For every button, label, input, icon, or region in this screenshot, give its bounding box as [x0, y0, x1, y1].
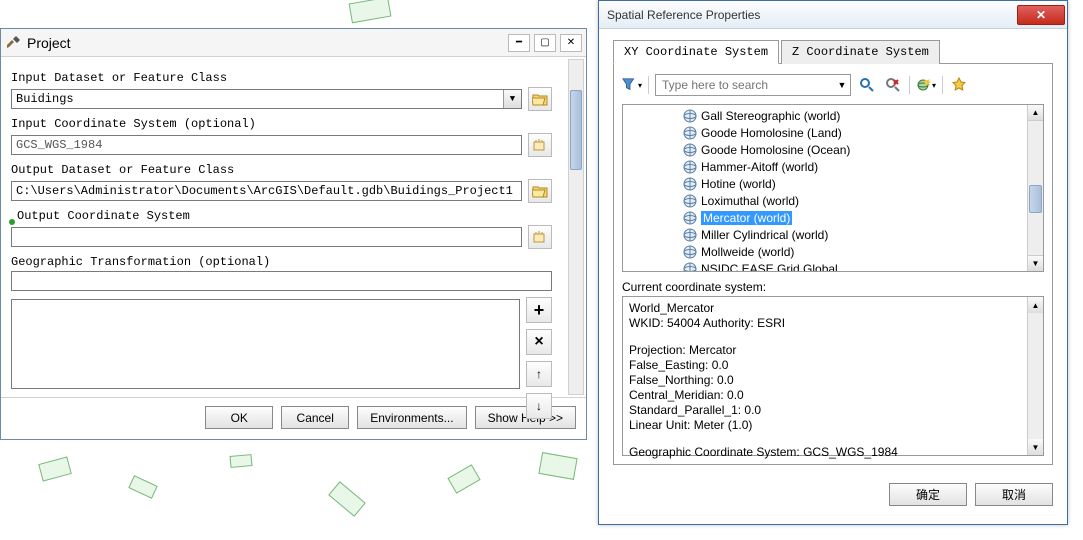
input-ds-label: Input Dataset or Feature Class: [11, 71, 552, 85]
tab-z[interactable]: Z Coordinate System: [781, 40, 940, 64]
project-body: Input Dataset or Feature Class Buidings …: [1, 57, 586, 397]
geo-trans-label: Geographic Transformation (optional): [11, 255, 552, 269]
cancel-button[interactable]: 取消: [975, 483, 1053, 506]
ccs-line: False_Easting: 0.0: [629, 358, 1023, 373]
cs-item-label: Hotine (world): [701, 177, 776, 191]
scrollbar-thumb[interactable]: [570, 90, 582, 170]
cs-item-label: Loximuthal (world): [701, 194, 799, 208]
cs-list-item[interactable]: Gall Stereographic (world): [683, 107, 1041, 124]
ok-button[interactable]: 确定: [889, 483, 967, 506]
ccs-line: World_Mercator: [629, 301, 1023, 316]
tab-xy[interactable]: XY Coordinate System: [613, 40, 779, 64]
add-button[interactable]: +: [526, 297, 552, 323]
output-cs-label: Output Coordinate System: [11, 209, 552, 223]
cs-list-item[interactable]: Hammer-Aitoff (world): [683, 158, 1041, 175]
cs-item-label: Goode Homolosine (Land): [701, 126, 842, 140]
ccs-line: Linear Unit: Meter (1.0): [629, 418, 1023, 433]
hand-icon: [532, 230, 548, 244]
output-cs-field[interactable]: [11, 227, 522, 247]
tab-strip: XY Coordinate System Z Coordinate System: [613, 39, 1053, 64]
cs-list-item[interactable]: NSIDC EASE Grid Global: [683, 260, 1041, 272]
ccs-line: Central_Meridian: 0.0: [629, 388, 1023, 403]
ccs-line: Projection: Mercator: [629, 343, 1023, 358]
cs-list-item[interactable]: Miller Cylindrical (world): [683, 226, 1041, 243]
maximize-button[interactable]: ▢: [534, 34, 556, 52]
cs-item-label: Goode Homolosine (Ocean): [701, 143, 850, 157]
cs-list-item[interactable]: Loximuthal (world): [683, 192, 1041, 209]
ccs-box: World_Mercator WKID: 54004 Authority: ES…: [622, 296, 1044, 456]
chevron-down-icon[interactable]: ▼: [834, 75, 850, 95]
browse-output-ds-button[interactable]: [528, 179, 552, 203]
geo-trans-field[interactable]: [11, 271, 552, 291]
search-box[interactable]: ▼: [655, 74, 851, 96]
hammer-icon: [5, 35, 21, 51]
chevron-down-icon[interactable]: ▼: [503, 90, 521, 108]
cs-list-item[interactable]: Mercator (world): [683, 209, 1041, 226]
ccs-scrollbar[interactable]: ▲ ▼: [1027, 297, 1043, 455]
browse-input-ds-button[interactable]: [528, 87, 552, 111]
ccs-line: Standard_Parallel_1: 0.0: [629, 403, 1023, 418]
cs-item-label: Miller Cylindrical (world): [701, 228, 828, 242]
move-down-button[interactable]: ↓: [526, 393, 552, 419]
cs-item-label: NSIDC EASE Grid Global: [701, 262, 838, 273]
cs-item-label: Gall Stereographic (world): [701, 109, 840, 123]
cs-list-item[interactable]: Goode Homolosine (Land): [683, 124, 1041, 141]
remove-button[interactable]: ×: [526, 329, 552, 355]
srp-toolbar: ▾ ▼ ▾: [622, 74, 1044, 96]
cs-list-scrollbar[interactable]: ▲ ▼: [1027, 105, 1043, 271]
folder-open-icon: [532, 92, 548, 106]
tab-content: ▾ ▼ ▾: [613, 64, 1053, 465]
required-indicator-icon: [9, 219, 15, 225]
output-ds-field[interactable]: [11, 181, 522, 201]
scroll-down-icon[interactable]: ▼: [1028, 439, 1043, 455]
clear-search-icon[interactable]: [883, 75, 903, 95]
project-title: Project: [27, 35, 508, 51]
input-ds-combo[interactable]: Buidings ▼: [11, 89, 522, 109]
move-up-button[interactable]: ↑: [526, 361, 552, 387]
cs-list-item[interactable]: Mollweide (world): [683, 243, 1041, 260]
cs-list-item[interactable]: Goode Homolosine (Ocean): [683, 141, 1041, 158]
srp-footer: 确定 取消: [599, 475, 1067, 514]
folder-open-icon: [532, 184, 548, 198]
input-cs-label: Input Coordinate System (optional): [11, 117, 552, 131]
hand-icon: [532, 138, 548, 152]
cs-list[interactable]: Gall Stereographic (world) Goode Homolosi…: [622, 104, 1044, 272]
minimize-button[interactable]: ━: [508, 34, 530, 52]
project-titlebar: Project ━ ▢ ✕: [1, 29, 586, 57]
project-dialog: Project ━ ▢ ✕ Input Dataset or Feature C…: [0, 28, 587, 440]
output-ds-label: Output Dataset or Feature Class: [11, 163, 552, 177]
search-icon[interactable]: [857, 75, 877, 95]
geo-trans-listbox[interactable]: [11, 299, 520, 389]
favorite-icon[interactable]: [949, 75, 969, 95]
cs-item-label: Mollweide (world): [701, 245, 794, 259]
scroll-up-icon[interactable]: ▲: [1028, 297, 1043, 313]
cs-item-label: Mercator (world): [701, 211, 792, 225]
input-cs-field[interactable]: [11, 135, 522, 155]
cs-item-label: Hammer-Aitoff (world): [701, 160, 818, 174]
close-button[interactable]: ✕: [560, 34, 582, 52]
scroll-down-icon[interactable]: ▼: [1028, 255, 1043, 271]
srp-dialog: Spatial Reference Properties ✕ XY Coordi…: [598, 0, 1068, 525]
output-cs-properties-button[interactable]: [528, 225, 552, 249]
ccs-line: Geographic Coordinate System: GCS_WGS_19…: [629, 445, 1023, 460]
search-input[interactable]: [656, 78, 834, 92]
filter-icon[interactable]: ▾: [622, 75, 642, 95]
input-ds-value: Buidings: [12, 92, 503, 106]
scroll-up-icon[interactable]: ▲: [1028, 105, 1043, 121]
ccs-line: WKID: 54004 Authority: ESRI: [629, 316, 1023, 331]
close-button[interactable]: ✕: [1017, 5, 1065, 25]
srp-titlebar: Spatial Reference Properties ✕: [599, 1, 1067, 29]
input-cs-properties-button[interactable]: [528, 133, 552, 157]
srp-title: Spatial Reference Properties: [607, 8, 1017, 22]
ccs-label: Current coordinate system:: [622, 280, 1044, 294]
scrollbar-thumb[interactable]: [1029, 185, 1042, 213]
cs-list-item[interactable]: Hotine (world): [683, 175, 1041, 192]
new-cs-icon[interactable]: ▾: [916, 75, 936, 95]
project-scrollbar[interactable]: [568, 59, 584, 395]
ccs-line: False_Northing: 0.0: [629, 373, 1023, 388]
